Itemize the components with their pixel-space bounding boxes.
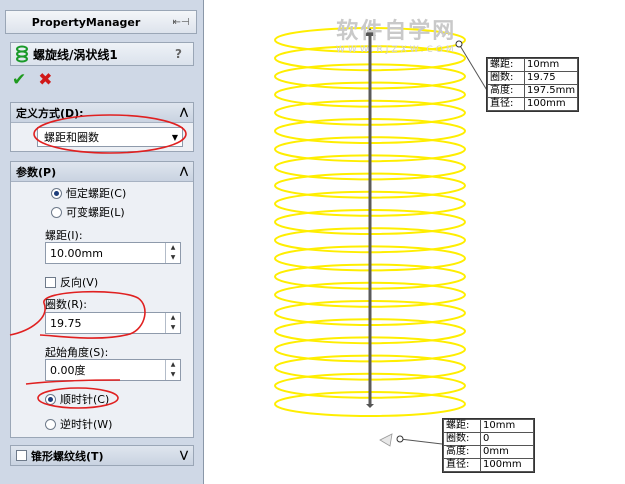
watermark-url: WWW.RJZXW.COM — [336, 45, 457, 55]
callout-value: 10mm — [523, 58, 579, 72]
helix-callout-top[interactable]: 螺距: 10mm 圈数: 19.75 高度: 197.5mm 直径: 100mm — [486, 57, 580, 112]
callout-row: 高度: 197.5mm — [487, 84, 579, 98]
callout-key: 高度: — [443, 445, 481, 459]
callout-value: 100mm — [523, 97, 579, 111]
annotation-circle-revolutions — [9, 290, 146, 339]
watermark-title: 软件自学网 — [336, 19, 457, 44]
helix-callout-bottom[interactable]: 螺距: 10mm 圈数: 0 高度: 0mm 直径: 100mm — [442, 418, 535, 473]
red-annotation-layer — [9, 114, 187, 409]
callout-key: 螺距: — [487, 58, 525, 72]
bottom-axis-mark-icon — [366, 404, 374, 408]
callout-value: 0mm — [480, 445, 534, 459]
callout-value: 10mm — [480, 419, 534, 433]
leader-anchor-bottom — [396, 435, 404, 443]
watermark: 软件自学网 WWW.RJZXW.COM — [336, 13, 457, 55]
callout-key: 圈数: — [487, 71, 525, 85]
callout-key: 螺距: — [443, 419, 481, 433]
callout-value: 197.5mm — [523, 84, 579, 98]
callout-key: 高度: — [487, 84, 525, 98]
callout-row: 圈数: 19.75 — [487, 71, 579, 85]
callout-row: 高度: 0mm — [443, 445, 534, 459]
callout-key: 直径: — [443, 458, 481, 472]
callout-key: 圈数: — [443, 432, 481, 446]
callout-value: 19.75 — [523, 71, 579, 85]
callout-key: 直径: — [487, 97, 525, 111]
callout-value: 0 — [480, 432, 534, 446]
callout-row: 螺距: 10mm — [443, 419, 534, 433]
callout-value: 100mm — [480, 458, 534, 472]
callout-row: 螺距: 10mm — [487, 58, 579, 72]
annotation-underline-start-angle — [25, 379, 121, 385]
annotation-circle-define-by — [33, 114, 187, 154]
leader-line-bottom — [399, 438, 443, 445]
callout-row: 直径: 100mm — [443, 458, 534, 472]
leader-anchor-top — [455, 40, 463, 48]
leader-line-top — [458, 43, 489, 93]
start-point-arrow-icon — [379, 433, 393, 447]
callout-row: 直径: 100mm — [487, 97, 579, 111]
callout-row: 圈数: 0 — [443, 432, 534, 446]
annotation-circle-clockwise — [37, 387, 119, 409]
